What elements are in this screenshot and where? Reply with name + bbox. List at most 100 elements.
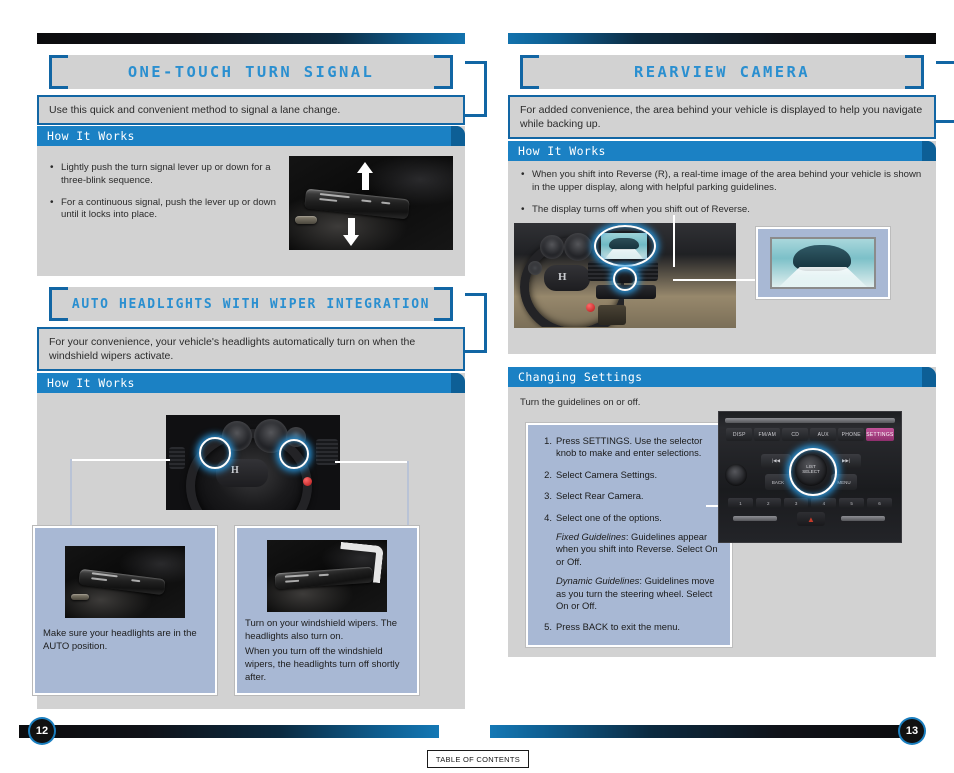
bracket-top-right [434, 287, 453, 304]
settings-steps-card: Press SETTINGS. Use the selector knob to… [526, 423, 732, 647]
bracket-top-left [49, 55, 68, 72]
instrument-gauge [564, 233, 592, 261]
bracket-bottom-right [434, 304, 453, 321]
step-text: Press BACK to exit the menu. [556, 621, 681, 633]
audio-button-phone[interactable]: PHONE [838, 428, 865, 441]
back-button[interactable]: BACK [765, 474, 791, 490]
trim-strip-left [733, 516, 777, 521]
skip-previous-button[interactable]: |◀◀ [761, 454, 791, 468]
right-page-column: REARVIEW CAMERA For added convenience, t… [489, 0, 954, 773]
step-text: Press SETTINGS. Use the selector knob to… [556, 435, 703, 459]
arrow-up-icon [357, 162, 373, 190]
engine-start-button [303, 477, 312, 486]
instrument-gauge [540, 235, 564, 259]
bracket-top-left [49, 287, 68, 304]
step-text: Select Camera Settings. [556, 468, 658, 480]
panel-body: Turn the guidelines on or off. Press SET… [508, 387, 936, 669]
panel-header: How It Works [508, 141, 936, 161]
lead-line-left [70, 459, 170, 461]
preset-5[interactable]: 5 [839, 498, 865, 508]
audio-source-button-row: DISP FM/AM CD AUX PHONE SETTINGS [726, 428, 894, 441]
dashboard-upper-display-photo: H [514, 223, 736, 328]
section-description: For your convenience, your vehicle's hea… [37, 327, 465, 372]
right-top-bar [508, 33, 936, 44]
audio-button-fm-am[interactable]: FM/AM [754, 428, 781, 441]
stalk-tip [71, 594, 89, 600]
highlight-ring-upper-display [594, 225, 656, 267]
camera-view-image [770, 236, 876, 290]
bullet-item: For a continuous signal, push the lever … [49, 196, 279, 223]
panel-body: Lightly push the turn signal lever up or… [37, 146, 465, 262]
panel-body: When you shift into Reverse (R), a real-… [508, 161, 936, 364]
headlight-stalk-photo [65, 546, 185, 618]
panel-header-label: Changing Settings [518, 370, 643, 384]
how-it-works-panel-1: How It Works Lightly push the turn signa… [37, 126, 465, 276]
preset-6[interactable]: 6 [867, 498, 892, 508]
bracket-top-right [434, 55, 453, 72]
section-description: Use this quick and convenient method to … [37, 95, 465, 126]
turn-signal-lever [304, 188, 410, 220]
preset-2[interactable]: 2 [755, 498, 781, 508]
bracket-bottom-right [905, 72, 924, 89]
wiper-stalk-photo [267, 540, 387, 612]
page-number-right: 13 [900, 719, 924, 743]
highlight-ring-camera-button [613, 267, 637, 291]
steering-wheel-stalks-photo: H [166, 415, 340, 510]
step-item: Select one of the options. Fixed Guideli… [538, 512, 718, 613]
bullet-item: The display turns off when you shift out… [520, 203, 924, 217]
step-item: Press SETTINGS. Use the selector knob to… [538, 435, 718, 460]
step-substep: Dynamic Guidelines: Guidelines move as y… [556, 575, 718, 612]
panel-header-label: How It Works [47, 376, 135, 390]
bullet-item: Lightly push the turn signal lever up or… [49, 161, 279, 188]
panel-body: H Make sure your headlights are in the A… [33, 393, 465, 721]
callout-headlight-auto: Make sure your headlights are in the AUT… [33, 526, 217, 695]
audio-button-settings[interactable]: SETTINGS [866, 428, 894, 441]
section-description: For added convenience, the area behind y… [508, 95, 936, 140]
lead-line-left-vertical [70, 459, 72, 527]
table-of-contents-button[interactable]: TABLE OF CONTENTS [427, 750, 529, 768]
audio-button-cd[interactable]: CD [782, 428, 809, 441]
settings-intro-text: Turn the guidelines on or off. [520, 397, 641, 408]
step-text: Select one of the options. [556, 511, 662, 523]
bracket-bottom-left [520, 72, 539, 89]
bracket-bottom-left [49, 304, 68, 321]
lever-tip [295, 216, 317, 224]
hazard-button[interactable]: ▲ [797, 512, 825, 526]
steering-control [528, 261, 542, 275]
arrow-down-icon [343, 218, 359, 246]
lead-line-vertical [673, 215, 675, 267]
steering-wheel-hub [544, 265, 590, 291]
settings-steps-list: Press SETTINGS. Use the selector knob to… [538, 435, 718, 634]
panel-header: Changing Settings [508, 367, 936, 387]
right-bottom-bar [490, 725, 910, 738]
page-number-left: 12 [30, 719, 54, 743]
rearview-camera-image-inset [756, 227, 890, 299]
section-title: ONE-TOUCH TURN SIGNAL [127, 63, 375, 81]
bullet-list: Lightly push the turn signal lever up or… [49, 156, 279, 250]
audio-button-disp[interactable]: DISP [726, 428, 753, 441]
headlight-stalk [78, 568, 166, 596]
trim-strip-top [725, 418, 895, 423]
preset-3[interactable]: 3 [783, 498, 809, 508]
callout-text-primary: Turn on your windshield wipers. The head… [245, 618, 398, 642]
bracket-top-left [520, 55, 539, 72]
preset-4[interactable]: 4 [811, 498, 837, 508]
section-title: AUTO HEADLIGHTS WITH WIPER INTEGRATION [71, 296, 431, 312]
wiper-arm-shape [337, 541, 384, 584]
section-title-box: REARVIEW CAMERA [520, 55, 924, 89]
audio-control-panel-photo: DISP FM/AM CD AUX PHONE SETTINGS |◀◀ ▶▶|… [718, 411, 902, 543]
title-connector-elbow [936, 61, 954, 141]
step-item: Select Camera Settings. [538, 468, 718, 482]
volume-knob[interactable] [725, 464, 747, 486]
panel-header-label: How It Works [518, 144, 606, 158]
callout-wiper-integration: Turn on your windshield wipers. The head… [235, 526, 419, 695]
audio-button-aux[interactable]: AUX [810, 428, 837, 441]
preset-1[interactable]: 1 [728, 498, 753, 508]
substep-label: Fixed Guidelines [556, 531, 626, 543]
section-rearview-camera-header: REARVIEW CAMERA For added convenience, t… [508, 55, 954, 140]
step-substep: Fixed Guidelines: Guidelines appear when… [556, 531, 718, 568]
turn-signal-lever-photo [289, 156, 453, 250]
step-item: Select Rear Camera. [538, 490, 718, 503]
panel-header: How It Works [37, 373, 465, 393]
step-text: Select Rear Camera. [556, 490, 644, 502]
